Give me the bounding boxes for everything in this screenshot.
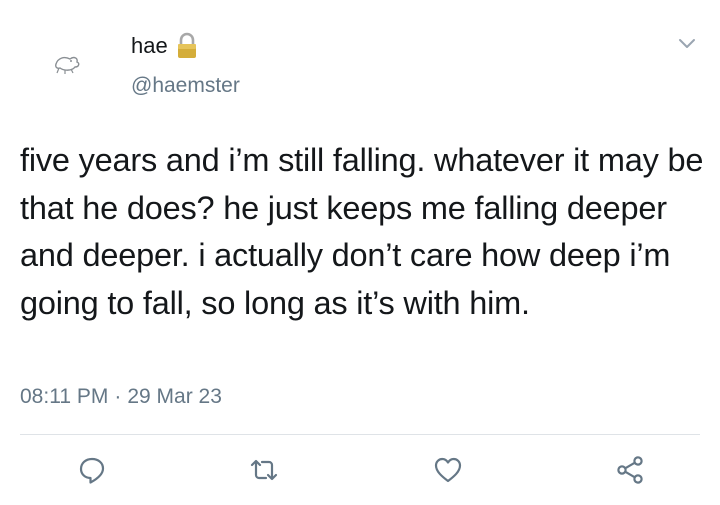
action-bar [0, 450, 720, 490]
user-handle[interactable]: @haemster [131, 74, 240, 98]
display-name-row: hae [131, 32, 198, 60]
meta-separator: · [114, 385, 122, 408]
retweet-button[interactable] [244, 450, 284, 490]
chevron-down-icon[interactable] [676, 34, 698, 52]
tweet-time: 08:11 PM [20, 385, 109, 408]
avatar-doodle-icon [55, 56, 80, 74]
avatar[interactable] [44, 46, 88, 82]
share-button[interactable] [610, 450, 650, 490]
reply-icon [79, 457, 105, 484]
tweet-text: five years and i’m still falling. whatev… [20, 142, 704, 321]
tweet-timestamp[interactable]: 08:11 PM · 29 Mar 23 [20, 385, 222, 409]
divider [20, 434, 700, 435]
lock-icon [176, 32, 198, 60]
share-icon [617, 456, 643, 484]
display-name[interactable]: hae [131, 33, 168, 59]
like-button[interactable] [428, 450, 468, 490]
retweet-icon [250, 459, 278, 481]
heart-icon [434, 457, 462, 483]
reply-button[interactable] [72, 450, 112, 490]
tweet-date: 29 Mar 23 [127, 385, 222, 408]
